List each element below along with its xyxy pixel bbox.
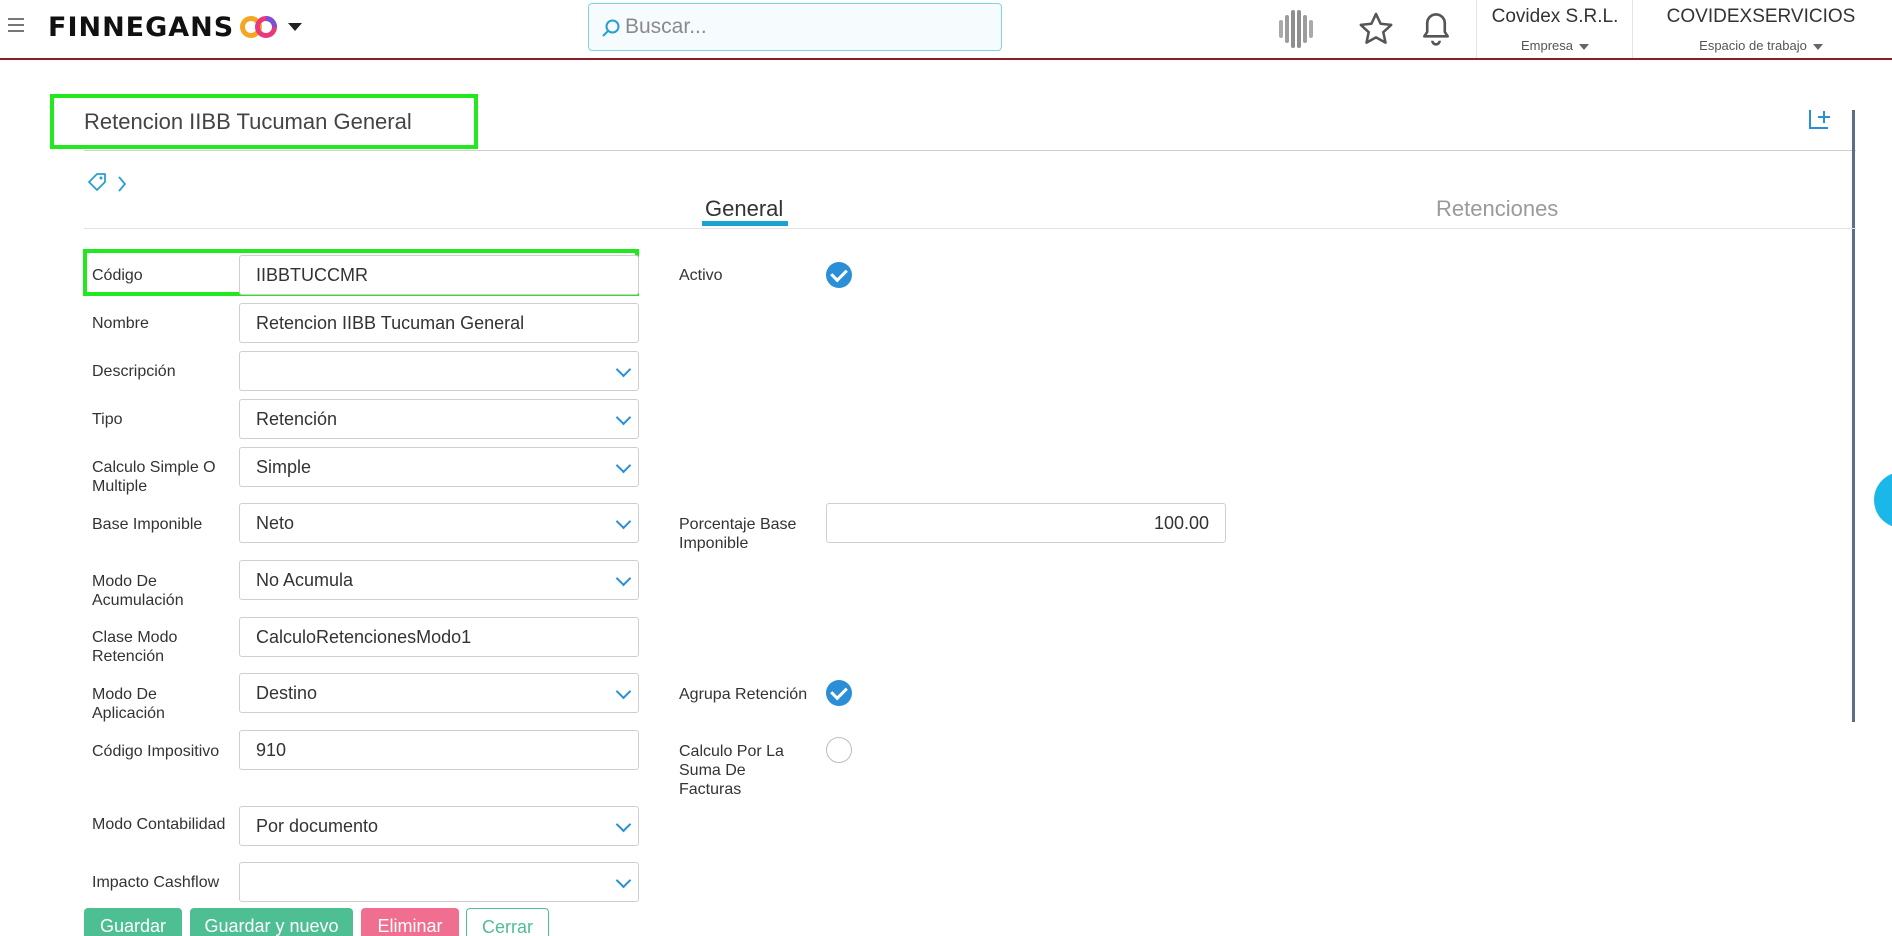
calculo-select[interactable]: Simple [239, 447, 639, 487]
calculo-suma-checkbox[interactable] [826, 737, 852, 763]
activo-label: Activo [679, 267, 723, 284]
porcentaje-base-label: Porcentaje Base Imponible [679, 516, 797, 552]
calculo-label: Calculo Simple O Multiple [92, 459, 216, 495]
codigo-label: Código [92, 267, 143, 284]
chat-bubble-button[interactable] [1874, 472, 1892, 528]
impacto-cashflow-label: Impacto Cashflow [92, 874, 220, 891]
company-selector[interactable]: Covidex S.R.L. Empresa [1490, 6, 1620, 53]
header-divider [1632, 0, 1633, 58]
tab-retenciones[interactable]: Retenciones [1436, 196, 1558, 222]
modo-aplicacion-select[interactable]: Destino [239, 673, 639, 713]
modo-contabilidad-label: Modo Contabilidad [92, 816, 226, 833]
modo-acumulacion-select[interactable]: No Acumula [239, 560, 639, 600]
caret-down-icon [1579, 43, 1590, 50]
modo-contabilidad-select[interactable]: Por documento [239, 806, 639, 846]
top-bar: FINNEGANS Buscar... Covidex S.R.L. Empre… [0, 0, 1892, 60]
tipo-label: Tipo [92, 411, 123, 428]
search-icon [602, 19, 620, 37]
active-tab-indicator [702, 221, 788, 226]
impacto-cashflow-select[interactable] [239, 862, 639, 902]
guardar-y-nuevo-button[interactable]: Guardar y nuevo [190, 908, 353, 936]
descripcion-select[interactable] [239, 351, 639, 391]
menu-icon[interactable] [8, 18, 24, 32]
workspace-label: Espacio de trabajo [1646, 38, 1876, 53]
search-input[interactable] [625, 10, 985, 44]
calculo-suma-label: Calculo Por La Suma De Facturas [679, 743, 784, 798]
codigo-input[interactable]: IIBBTUCCMR [239, 255, 639, 295]
scrollbar[interactable] [1852, 110, 1855, 722]
nombre-label: Nombre [92, 315, 149, 332]
agrupa-retencion-checkbox[interactable] [826, 680, 852, 706]
activo-checkbox[interactable] [826, 262, 852, 288]
workspace-selector[interactable]: COVIDEXSERVICIOS Espacio de trabajo [1646, 6, 1876, 53]
cerrar-button[interactable]: Cerrar [466, 908, 549, 936]
expand-window-icon[interactable] [1806, 106, 1836, 132]
base-imponible-label: Base Imponible [92, 516, 203, 533]
search-box[interactable] [588, 3, 1002, 51]
nombre-input[interactable]: Retencion IIBB Tucuman General [239, 303, 639, 343]
company-label: Empresa [1490, 38, 1620, 53]
voice-wave-icon[interactable] [1274, 6, 1320, 52]
app-root: FINNEGANS Buscar... Covidex S.R.L. Empre… [0, 0, 1892, 936]
brand-logo-icon [240, 16, 277, 38]
agrupa-retencion-label: Agrupa Retención [679, 686, 808, 703]
eliminar-button[interactable]: Eliminar [361, 908, 459, 936]
tab-general[interactable]: General [705, 196, 783, 222]
header-divider [1476, 0, 1477, 58]
brand-dropdown-icon[interactable] [288, 23, 302, 31]
clase-modo-input[interactable]: CalculoRetencionesModo1 [239, 617, 639, 657]
codigo-impositivo-label: Código Impositivo [92, 743, 220, 760]
tabs-divider [84, 228, 1856, 229]
company-name: Covidex S.R.L. [1491, 6, 1619, 27]
star-icon[interactable] [1353, 6, 1399, 52]
guardar-button[interactable]: Guardar [84, 908, 182, 936]
brand-name[interactable]: FINNEGANS [48, 12, 234, 43]
clase-modo-label: Clase Modo Retención [92, 629, 178, 665]
tipo-select[interactable]: Retención [239, 399, 639, 439]
notification-bell-icon[interactable] [1413, 6, 1459, 52]
workspace-name: COVIDEXSERVICIOS [1666, 6, 1856, 27]
chevron-right-icon[interactable] [116, 174, 128, 194]
caret-down-icon [1812, 43, 1823, 50]
header-rule [84, 150, 1856, 151]
porcentaje-base-input[interactable]: 100.00 [826, 503, 1226, 543]
base-imponible-select[interactable]: Neto [239, 503, 639, 543]
page-title: Retencion IIBB Tucuman General [84, 109, 412, 134]
modo-aplicacion-label: Modo De Aplicación [92, 686, 165, 722]
tag-icon[interactable] [86, 172, 108, 194]
codigo-impositivo-input[interactable]: 910 [239, 730, 639, 770]
modo-acumulacion-label: Modo De Acumulación [92, 573, 184, 609]
descripcion-label: Descripción [92, 363, 176, 380]
